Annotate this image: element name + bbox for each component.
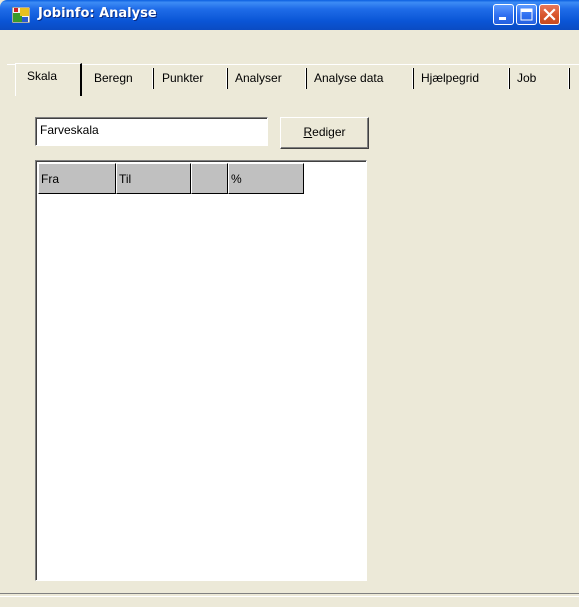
tab-skala-label: Skala xyxy=(27,69,58,83)
tab-analyse-data[interactable]: Analyse data xyxy=(314,68,383,88)
scale-name-field[interactable]: Farveskala xyxy=(35,117,268,146)
tab-strip-edge xyxy=(7,64,579,65)
edit-button-label: ediger xyxy=(312,125,346,139)
tab-punkter[interactable]: Punkter xyxy=(162,68,203,88)
scale-table[interactable]: Fra Til % xyxy=(35,160,367,581)
column-header-til[interactable]: Til xyxy=(116,163,191,194)
column-header-color[interactable] xyxy=(191,163,228,194)
close-icon xyxy=(543,8,556,21)
maximize-icon xyxy=(520,8,533,21)
edit-button-accelerator: R xyxy=(303,125,313,139)
tab-separator xyxy=(305,68,307,89)
minimize-button[interactable] xyxy=(493,4,514,25)
tab-separator xyxy=(412,68,414,89)
app-icon xyxy=(12,7,30,23)
edit-scale-button[interactable]: Rediger xyxy=(280,117,369,149)
jobinfo-window: Jobinfo: Analyse Skala Beregn Punkter An… xyxy=(0,0,579,607)
tab-separator xyxy=(568,68,570,89)
bottom-divider xyxy=(0,593,579,597)
column-header-percent[interactable]: % xyxy=(228,163,304,194)
tab-job[interactable]: Job xyxy=(517,68,536,88)
tab-separator xyxy=(508,68,510,89)
close-button[interactable] xyxy=(539,4,560,25)
tab-separator xyxy=(152,68,154,89)
tab-separator xyxy=(226,68,228,89)
tab-beregn[interactable]: Beregn xyxy=(94,68,133,88)
title-bar[interactable]: Jobinfo: Analyse xyxy=(0,0,579,30)
tab-analyser[interactable]: Analyser xyxy=(235,68,282,88)
window-title: Jobinfo: Analyse xyxy=(38,6,157,21)
maximize-button[interactable] xyxy=(516,4,537,25)
tab-skala[interactable]: Skala xyxy=(15,63,82,96)
minimize-icon xyxy=(499,17,506,20)
column-header-fra[interactable]: Fra xyxy=(38,163,116,194)
tab-hjaelpegrid[interactable]: Hjælpegrid xyxy=(421,68,479,88)
